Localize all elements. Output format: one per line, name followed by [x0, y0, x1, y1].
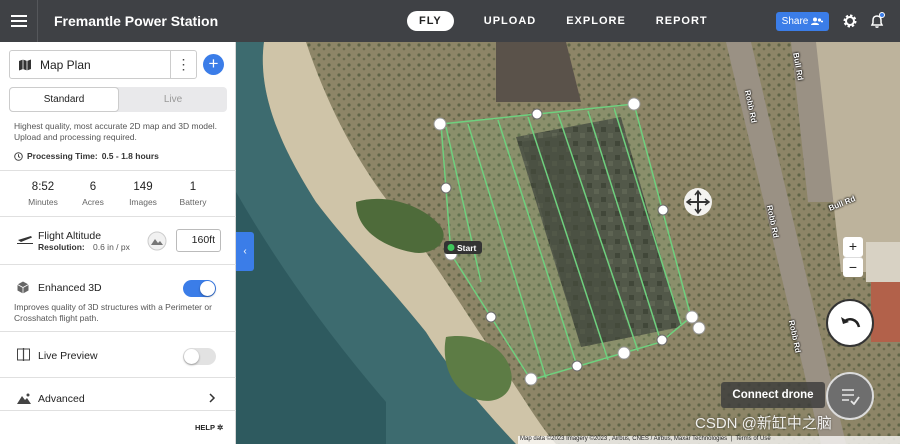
tab-fly[interactable]: FLY [407, 11, 454, 31]
stat-battery: 1 Battery [168, 175, 218, 207]
enhanced-3d-toggle[interactable] [183, 280, 216, 297]
more-options-icon[interactable]: ⋮ [170, 51, 196, 78]
stat-acres: 6 Acres [68, 175, 118, 207]
users-icon [811, 17, 824, 25]
capture-mode-toggle: Standard Live [9, 87, 227, 112]
stat-label: Acres [82, 197, 104, 207]
mode-standard[interactable]: Standard [9, 87, 119, 112]
flight-altitude-label: Flight Altitude [38, 230, 102, 242]
toggle-knob [200, 281, 215, 296]
tab-report[interactable]: REPORT [656, 15, 708, 27]
mode-description: Highest quality, most accurate 2D map an… [14, 121, 217, 142]
start-label: Start [457, 243, 477, 253]
menu-button[interactable] [0, 0, 38, 42]
tab-explore[interactable]: EXPLORE [566, 15, 626, 27]
move-icon[interactable] [684, 188, 712, 216]
share-button[interactable]: Share [776, 12, 829, 31]
live-preview-label: Live Preview [38, 350, 98, 362]
collapse-panel-button[interactable]: ‹ [236, 232, 254, 271]
toggle-knob [184, 349, 199, 364]
map-attribution: Map data ©2023 Imagery ©2023 , Airbus, C… [518, 436, 900, 444]
watermark: CSDN @新缸中之脑 [695, 415, 832, 432]
checklist-icon [842, 389, 860, 405]
undo-button[interactable] [826, 299, 874, 347]
flight-plan-panel: Map Plan ⋮ + Standard Live Highest quali… [0, 42, 236, 444]
stat-label: Images [129, 197, 157, 207]
undo-icon [841, 317, 861, 328]
divider [0, 264, 236, 265]
resolution-label: Resolution: [38, 242, 85, 252]
cube-icon [17, 281, 29, 294]
connect-drone-label[interactable]: Connect drone [721, 382, 825, 408]
terrain-icon[interactable] [147, 231, 167, 251]
stat-value: 1 [189, 181, 197, 193]
building-north [496, 42, 581, 102]
divider [0, 377, 236, 378]
advanced-label[interactable]: Advanced [38, 393, 85, 405]
processing-time-label: Processing Time: [27, 151, 98, 161]
hamburger-icon [10, 20, 27, 22]
split-view-icon [17, 348, 30, 361]
terms-link[interactable]: Terms of Use [735, 436, 770, 442]
chevron-right-icon[interactable] [208, 393, 216, 403]
stat-value: 149 [133, 181, 153, 193]
map-icon [19, 59, 31, 70]
help-icon: ✲ [216, 423, 224, 432]
live-preview-toggle[interactable] [183, 348, 216, 365]
add-plan-button[interactable]: + [203, 54, 224, 75]
mode-live[interactable]: Live [119, 87, 227, 112]
divider [0, 410, 236, 411]
stat-label: Minutes [28, 197, 58, 207]
plan-name: Map Plan [40, 57, 91, 72]
divider [0, 170, 236, 171]
zoom-out-button[interactable]: − [843, 257, 863, 277]
airplane-takeoff-icon [17, 236, 33, 244]
flight-stats: 8:52 Minutes 6 Acres 149 Images 1 Batter… [0, 175, 236, 207]
plan-selector[interactable]: Map Plan ⋮ [9, 50, 197, 79]
help-button[interactable]: HELP ✲ [195, 423, 223, 432]
stat-minutes: 8:52 Minutes [18, 175, 68, 207]
stat-label: Battery [179, 197, 207, 207]
divider [0, 331, 236, 332]
gear-icon[interactable] [842, 13, 858, 29]
help-label: HELP [195, 423, 215, 432]
connect-drone-button[interactable] [826, 372, 874, 420]
lot-building [866, 242, 900, 282]
mode-tabs: FLY UPLOAD EXPLORE REPORT [398, 0, 738, 42]
attribution-text: Map data ©2023 Imagery ©2023 , Airbus, C… [520, 436, 728, 442]
share-label: Share [781, 16, 809, 27]
stat-value: 8:52 [31, 181, 55, 193]
stat-value: 6 [89, 181, 97, 193]
tab-upload[interactable]: UPLOAD [484, 15, 536, 27]
stat-images: 149 Images [118, 175, 168, 207]
notification-dot [879, 12, 885, 18]
enhanced-3d-description: Improves quality of 3D structures with a… [14, 302, 212, 323]
clock-icon [14, 151, 23, 161]
advanced-icon [17, 393, 31, 404]
enhanced-3d-label: Enhanced 3D [38, 282, 102, 294]
processing-time: Processing Time: 0.5 - 1.8 hours [14, 151, 159, 161]
processing-time-value: 0.5 - 1.8 hours [101, 151, 159, 161]
resolution-value: 0.6 in / px [93, 242, 130, 252]
altitude-input[interactable]: 160ft [176, 229, 221, 252]
divider [0, 216, 236, 217]
app-title: Fremantle Power Station [54, 13, 219, 29]
zoom-in-button[interactable]: + [843, 237, 863, 257]
red-roof [871, 282, 900, 342]
start-dot [447, 244, 455, 251]
